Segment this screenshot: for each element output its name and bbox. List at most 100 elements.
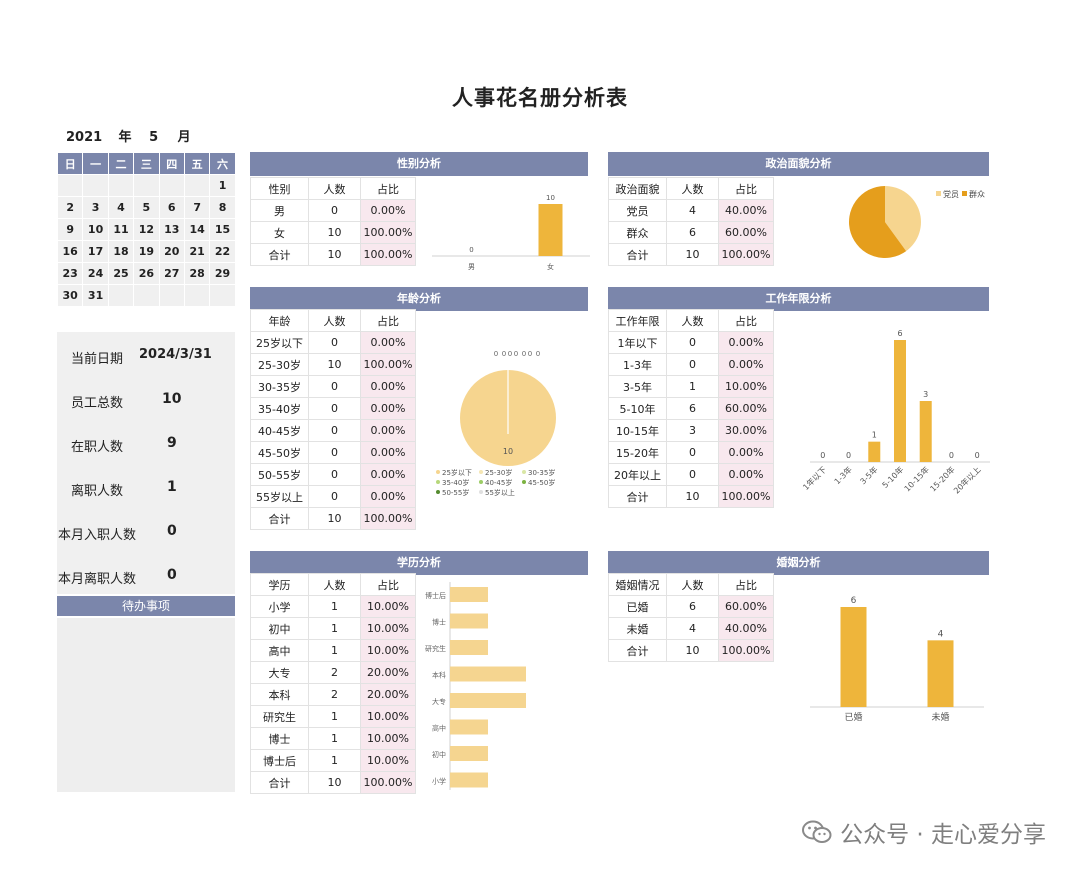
data-label: 0	[494, 350, 498, 358]
table-cell: 高中	[250, 639, 309, 662]
data-label: 0	[502, 350, 506, 358]
column-header: 人数	[308, 177, 361, 200]
calendar-day[interactable]: 1	[209, 174, 236, 197]
calendar-day[interactable]: 7	[183, 196, 211, 219]
legend-item: 25岁以下	[442, 468, 472, 477]
calendar-day	[133, 174, 160, 197]
table-cell: 25-30岁	[250, 353, 309, 376]
calendar-day[interactable]: 26	[133, 262, 160, 285]
tick-label: 本科	[432, 671, 446, 680]
table-cell: 合计	[250, 771, 309, 794]
calendar-day[interactable]: 16	[56, 240, 84, 263]
calendar-month[interactable]: 5	[149, 130, 171, 145]
calendar-day[interactable]: 2	[56, 196, 84, 219]
calendar-day	[107, 284, 135, 307]
legend-swatch	[522, 470, 526, 474]
tick-label: 高中	[432, 724, 446, 733]
calendar-day[interactable]: 23	[56, 262, 84, 285]
tenure-bar-chart: 01年以下01-3年13-5年65-10年310-15年015-20年020年以…	[801, 329, 990, 496]
calendar-day[interactable]: 4	[107, 196, 135, 219]
tick-label: 研究生	[425, 644, 446, 653]
month-hired-value: 0	[167, 523, 177, 539]
table-cell: 0.00%	[360, 331, 416, 354]
calendar-day[interactable]: 18	[107, 240, 135, 263]
calendar-day[interactable]: 10	[82, 218, 109, 241]
calendar-day[interactable]: 11	[107, 218, 135, 241]
total-employees-value: 10	[162, 391, 182, 407]
calendar-day[interactable]: 5	[133, 196, 160, 219]
calendar-day[interactable]: 14	[183, 218, 211, 241]
calendar-day[interactable]: 22	[209, 240, 236, 263]
table-cell: 0.00%	[360, 397, 416, 420]
calendar-day[interactable]: 8	[209, 196, 236, 219]
table-cell: 0	[308, 441, 361, 464]
calendar-day[interactable]: 19	[133, 240, 160, 263]
column-header: 性别	[250, 177, 309, 200]
table-cell: 1	[308, 727, 361, 750]
gender-header: 性别分析	[250, 152, 588, 176]
legend-item: 55岁以上	[485, 488, 515, 497]
tick-label: 1年以下	[801, 464, 829, 492]
table-cell: 0	[308, 419, 361, 442]
table-row: 45-50岁 0 0.00%	[250, 441, 416, 464]
calendar-year[interactable]: 2021	[66, 130, 102, 145]
table-cell: 25岁以下	[250, 331, 309, 354]
watermark-text: 公众号 · 走心爱分享	[840, 822, 1046, 848]
calendar-day[interactable]: 20	[158, 240, 185, 263]
table-cell: 10.00%	[360, 639, 416, 662]
calendar-day[interactable]: 3	[82, 196, 109, 219]
calendar-day[interactable]: 9	[56, 218, 84, 241]
table-header-row: 学历 人数 占比	[250, 573, 416, 596]
calendar-day[interactable]: 31	[82, 284, 109, 307]
calendar-day[interactable]: 17	[82, 240, 109, 263]
calendar-day[interactable]: 30	[56, 284, 84, 307]
legend-swatch	[522, 480, 526, 484]
data-label: 6	[851, 596, 857, 606]
calendar-day[interactable]: 13	[158, 218, 185, 241]
calendar-day	[133, 284, 160, 307]
active-label: 在职人数	[71, 440, 124, 455]
calendar-day[interactable]: 15	[209, 218, 236, 241]
table-row: 党员 4 40.00%	[608, 199, 774, 222]
age-table: 年龄 人数 占比 25岁以下 0 0.00% 25-30岁 10 100.00% 30-35岁 0 0…	[250, 309, 416, 530]
column-header: 占比	[360, 573, 416, 596]
table-cell: 100.00%	[360, 507, 416, 530]
table-row: 10-15年 3 30.00%	[608, 419, 774, 442]
calendar-day[interactable]: 29	[209, 262, 236, 285]
table-row: 合计 10 100.00%	[250, 243, 416, 266]
column-header: 人数	[308, 573, 361, 596]
table-cell: 1	[308, 749, 361, 772]
table-cell: 合计	[250, 507, 309, 530]
table-cell: 10	[666, 243, 719, 266]
legend-item: 25-30岁	[485, 468, 512, 477]
table-cell: 初中	[250, 617, 309, 640]
column-header: 年龄	[250, 309, 309, 332]
table-cell: 100.00%	[360, 243, 416, 266]
calendar-day[interactable]: 25	[107, 262, 135, 285]
tick-label: 未婚	[931, 711, 949, 723]
table-cell: 合计	[608, 243, 667, 266]
table-row: 15-20年 0 0.00%	[608, 441, 774, 464]
chart-bar	[450, 666, 526, 682]
chart-bar	[450, 640, 488, 655]
tick-label: 5-10年	[880, 464, 906, 490]
table-row: 35-40岁 0 0.00%	[250, 397, 416, 420]
table-cell: 10	[666, 639, 719, 662]
table-cell: 10	[308, 771, 361, 794]
calendar-day[interactable]: 28	[183, 262, 211, 285]
table-cell: 女	[250, 221, 309, 244]
left-value: 1	[167, 479, 177, 495]
table-cell: 60.00%	[718, 595, 774, 618]
current-date-label: 当前日期	[71, 352, 124, 367]
table-cell: 100.00%	[360, 221, 416, 244]
calendar-day[interactable]: 21	[183, 240, 211, 263]
chart-bar	[868, 441, 881, 462]
calendar-day[interactable]: 12	[133, 218, 160, 241]
todo-area[interactable]	[57, 618, 235, 792]
calendar-day[interactable]: 24	[82, 262, 109, 285]
legend-swatch	[479, 470, 483, 474]
tenure-table: 工作年限 人数 占比 1年以下 0 0.00% 1-3年 0 0.00% 3-5年 1 10.00% 5…	[608, 309, 774, 508]
calendar-day[interactable]: 27	[158, 262, 185, 285]
calendar-day[interactable]: 6	[158, 196, 185, 219]
column-header: 人数	[666, 177, 719, 200]
